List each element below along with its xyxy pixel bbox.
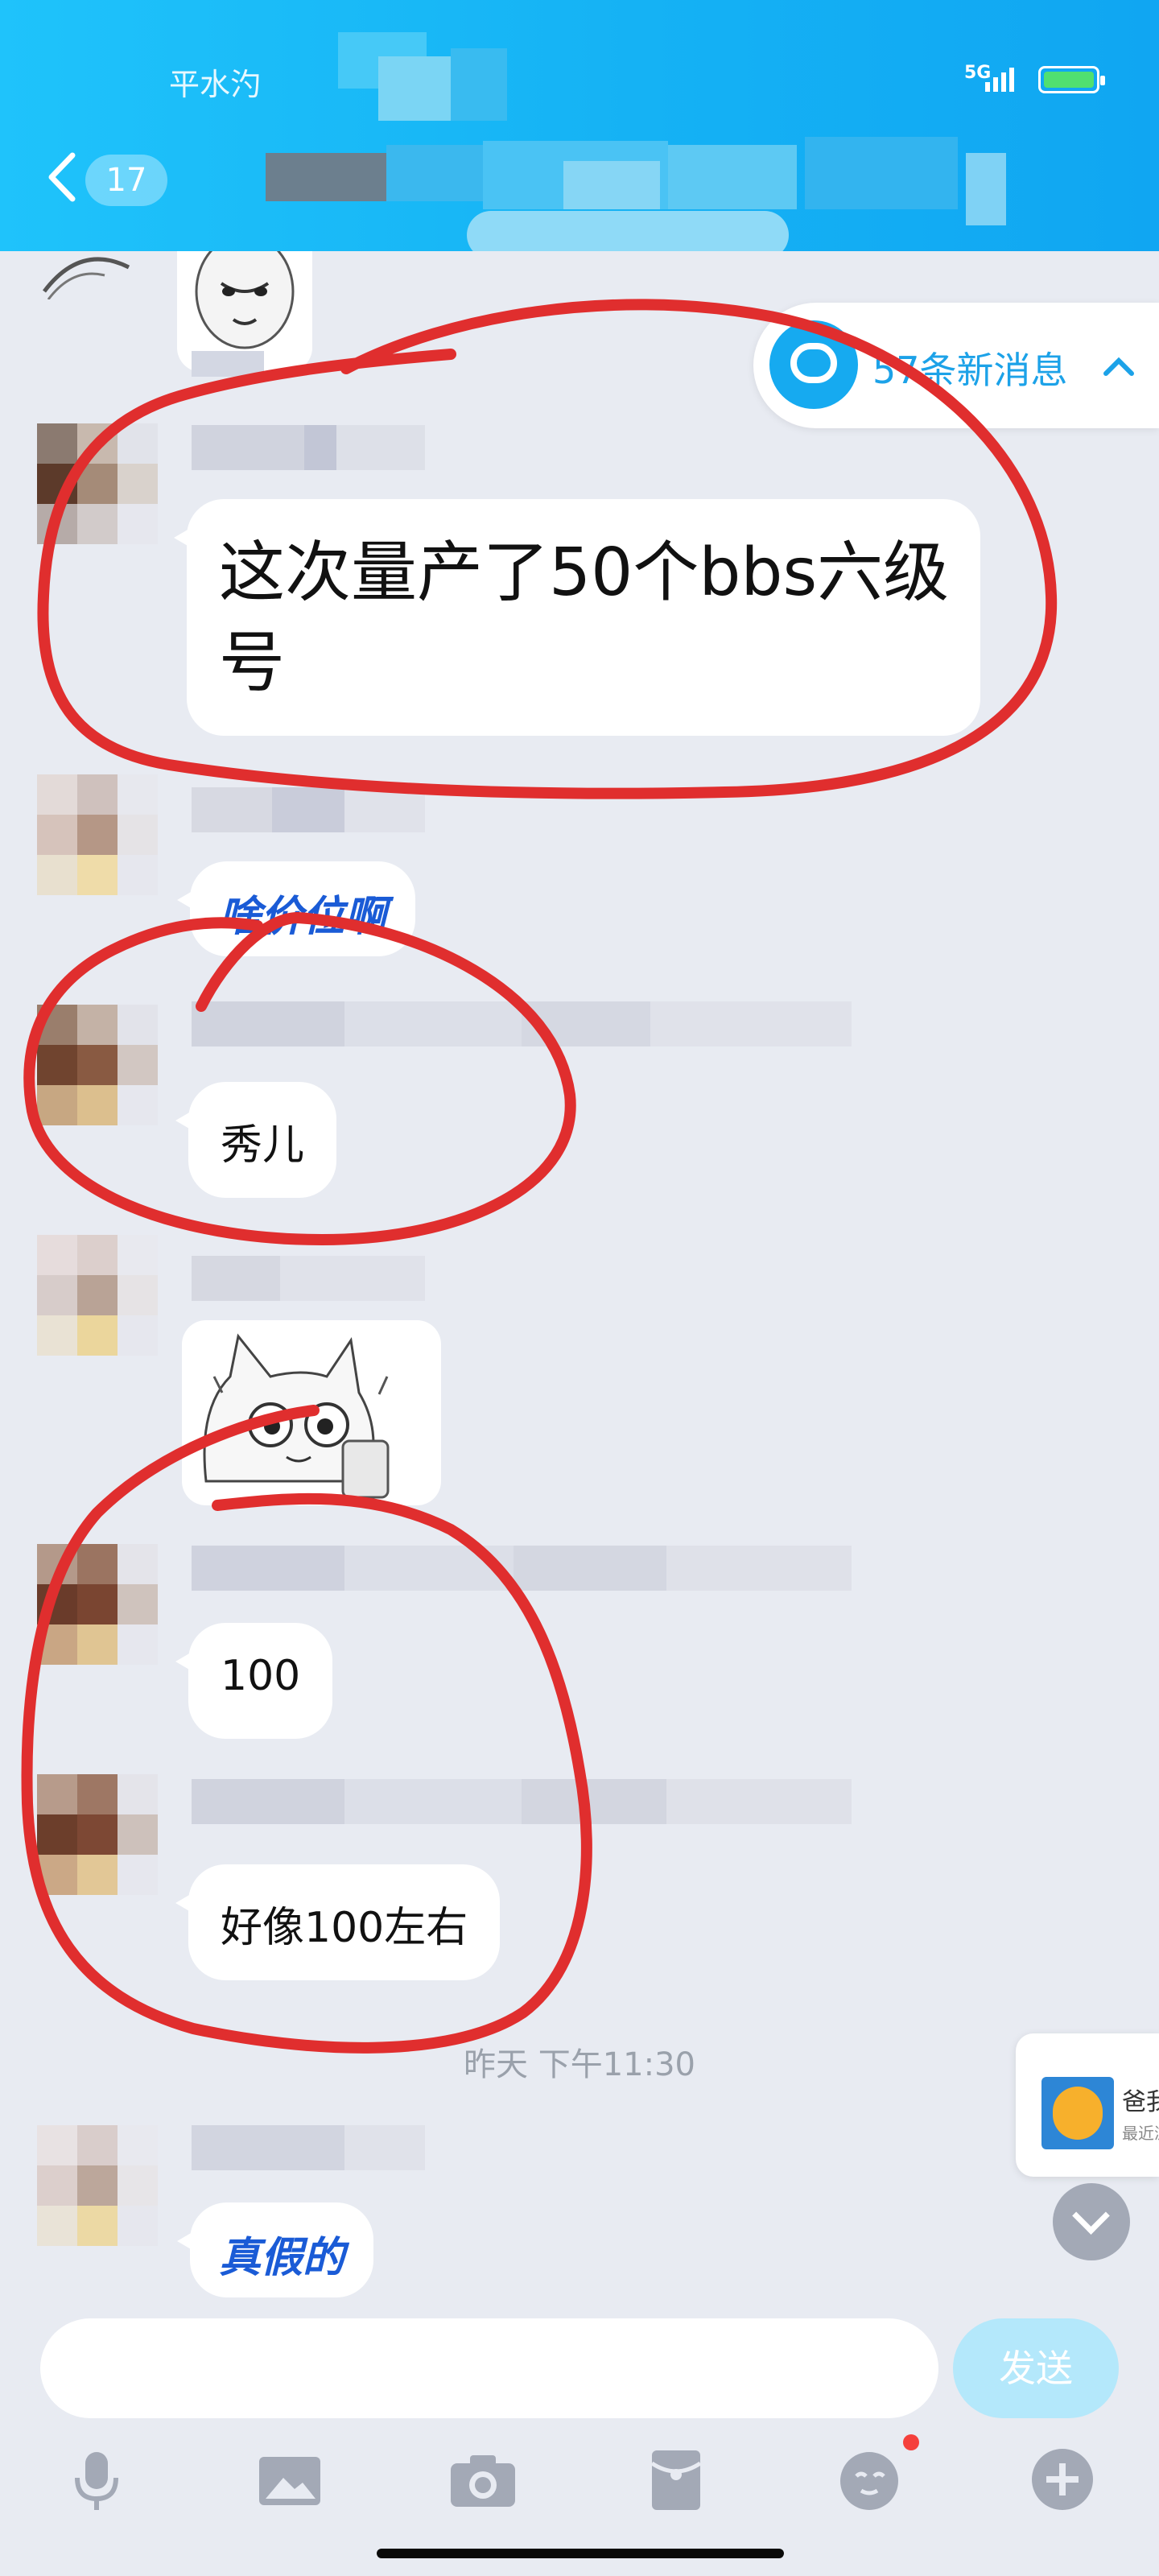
scroll-to-bottom-button[interactable]	[1053, 2183, 1130, 2260]
emoji-icon	[840, 2452, 898, 2510]
chevron-up-icon	[1103, 357, 1134, 376]
unread-count-badge[interactable]: 17	[85, 155, 167, 206]
message-bubble[interactable]: 100	[175, 1623, 333, 1739]
sticker-message[interactable]	[182, 1320, 441, 1505]
name-blur	[192, 351, 264, 377]
message-bubble[interactable]: 啥价位啊	[176, 861, 416, 956]
avatar[interactable]	[37, 2125, 158, 2246]
avatar[interactable]	[37, 1774, 158, 1895]
avatar-partial	[40, 251, 130, 300]
avatar[interactable]	[37, 1235, 158, 1356]
sender-name-blurred	[192, 1001, 852, 1046]
floating-app-card[interactable]: 爸我 最近浏	[1016, 2033, 1159, 2177]
new-messages-label: 57条新消息	[872, 349, 1068, 392]
send-button[interactable]: 发送	[953, 2318, 1119, 2418]
camera-button[interactable]	[443, 2439, 523, 2520]
message-bubble[interactable]: 好像100左右	[175, 1864, 501, 1980]
sender-name-blurred	[192, 2125, 425, 2170]
more-button[interactable]	[1022, 2439, 1103, 2520]
image-icon	[259, 2457, 320, 2505]
plus-icon	[1032, 2449, 1093, 2510]
message-timestamp: 昨天 下午11:30	[464, 2046, 695, 2083]
cellular-signal-icon: 5G	[964, 63, 1014, 92]
app-card-title: 爸我	[1122, 2088, 1159, 2116]
new-messages-pill[interactable]: 57条新消息	[753, 303, 1159, 428]
app-card-subtitle: 最近浏	[1122, 2124, 1159, 2143]
chat-header: 平水汋 5G 17	[0, 0, 1159, 251]
sender-name-blurred	[192, 1256, 425, 1301]
chat-bubble-icon	[769, 320, 858, 409]
avatar[interactable]	[37, 774, 158, 895]
camera-icon	[451, 2455, 515, 2507]
home-indicator	[377, 2549, 784, 2558]
chevron-left-icon	[48, 152, 76, 202]
battery-icon	[1038, 66, 1105, 93]
message-text: 100	[221, 1652, 301, 1700]
sender-name-blurred	[192, 425, 425, 470]
avatar[interactable]	[37, 1005, 158, 1125]
message-text: 啥价位啊	[219, 893, 387, 941]
notification-dot	[903, 2434, 919, 2450]
message-bubble[interactable]: 秀儿	[175, 1082, 337, 1198]
voice-button[interactable]	[56, 2439, 137, 2520]
message-bubble[interactable]: 这次量产了50个bbs六级号	[174, 499, 980, 736]
photo-button[interactable]	[250, 2439, 330, 2520]
cat-sticker-icon	[203, 1333, 390, 1499]
signal-bars	[985, 68, 1014, 92]
avatar[interactable]	[37, 423, 158, 544]
message-bubble[interactable]: 真假的	[176, 2202, 374, 2297]
app-thumbnail-icon	[1041, 2077, 1114, 2149]
red-packet-button[interactable]	[636, 2439, 716, 2520]
message-text: 秀儿	[221, 1121, 305, 1170]
message-text: 好像100左右	[221, 1904, 468, 1952]
sender-name-blurred	[192, 1779, 852, 1824]
status-text: 平水汋	[169, 67, 262, 102]
sender-name-blurred	[192, 1546, 852, 1591]
sender-name-blurred	[192, 787, 425, 832]
red-packet-icon	[650, 2450, 702, 2510]
message-input[interactable]	[40, 2318, 938, 2418]
message-text: 真假的	[219, 2234, 345, 2282]
message-text: 这次量产了50个bbs六级号	[219, 535, 950, 701]
emoji-button[interactable]	[829, 2439, 909, 2520]
microphone-icon	[75, 2452, 118, 2510]
avatar[interactable]	[37, 1544, 158, 1665]
back-button[interactable]	[40, 149, 89, 205]
